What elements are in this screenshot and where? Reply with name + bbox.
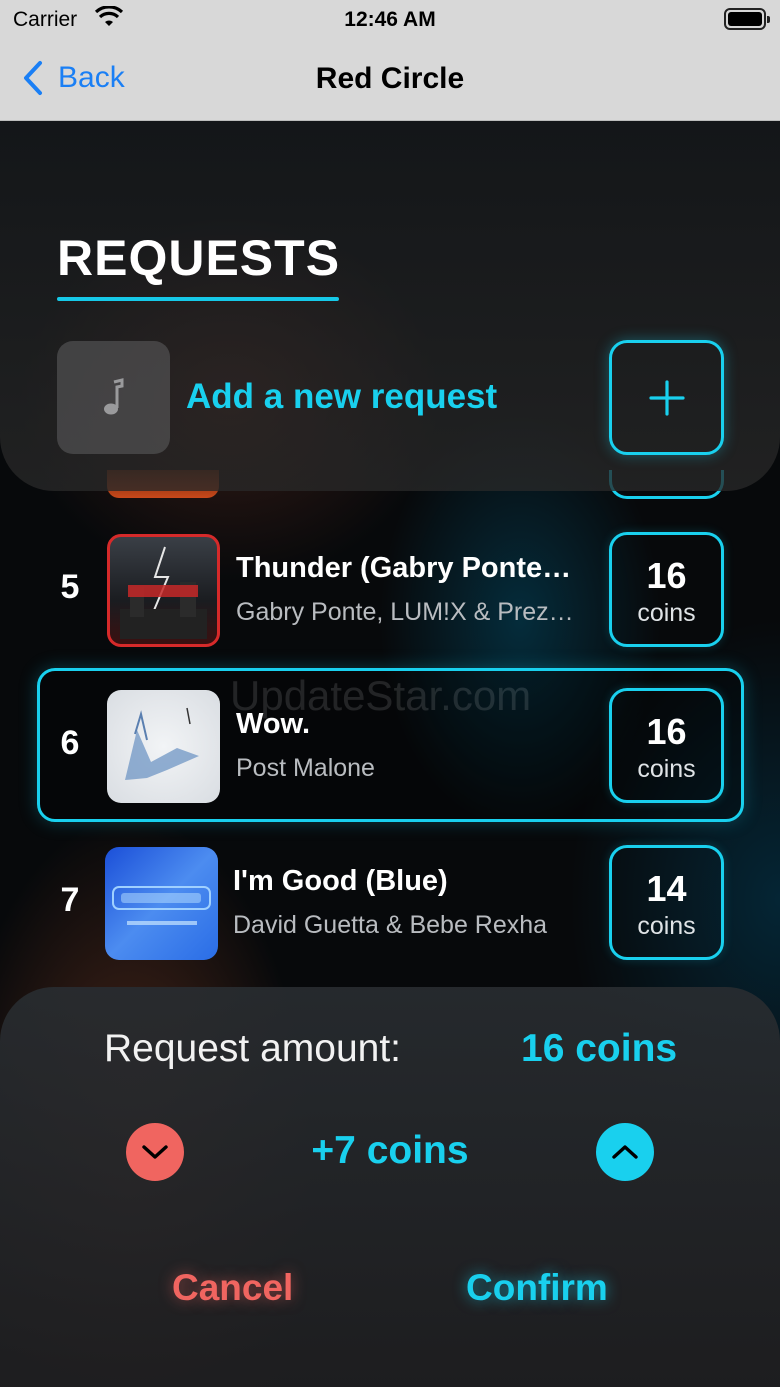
cancel-button[interactable]: Cancel xyxy=(172,1267,293,1309)
song-artist: Gabry Ponte, LUM!X & Prez… xyxy=(236,598,574,626)
coin-button[interactable]: 16 coins xyxy=(609,532,724,647)
plus-icon xyxy=(648,379,685,416)
confirm-button[interactable]: Confirm xyxy=(466,1267,608,1309)
navigation-bar: Back Red Circle xyxy=(0,40,780,121)
coin-button[interactable]: 16 coins xyxy=(609,688,724,803)
requests-header-panel: REQUESTS Add a new request xyxy=(0,121,780,491)
song-title: I'm Good (Blue) xyxy=(233,865,448,897)
status-time: 12:46 AM xyxy=(344,8,436,31)
song-title: Wow. xyxy=(236,708,311,740)
page-title: Red Circle xyxy=(315,62,465,95)
request-amount-sheet: Request amount: 16 coins +7 coins Cancel… xyxy=(0,987,780,1387)
coin-count: 16 xyxy=(646,711,687,752)
album-cover xyxy=(105,847,218,960)
music-note-icon xyxy=(103,377,123,414)
coin-count: 16 xyxy=(646,555,687,596)
song-artist: David Guetta & Bebe Rexha xyxy=(233,911,548,939)
coin-button[interactable]: 14 coins xyxy=(609,845,724,960)
album-art-im-good xyxy=(112,886,211,925)
rank-number: 5 xyxy=(60,568,80,606)
amount-value: 16 coins xyxy=(521,1027,678,1070)
coin-count: 14 xyxy=(646,868,687,909)
album-cover xyxy=(107,534,220,647)
add-request-button[interactable] xyxy=(609,340,724,455)
battery-icon xyxy=(724,8,770,30)
coin-unit: coins xyxy=(637,755,696,783)
list-item[interactable]: 5 Thunder (Gabry Ponte… Gabry Ponte, LUM… xyxy=(0,532,780,648)
status-bar: Carrier 12:46 AM xyxy=(0,0,780,40)
section-underline xyxy=(57,297,339,301)
section-title: REQUESTS xyxy=(57,230,341,286)
add-request-label[interactable]: Add a new request xyxy=(186,377,497,417)
song-title: Thunder (Gabry Ponte… xyxy=(236,552,572,584)
list-item-selected[interactable]: 6 Wow. Post Malone 16 coins xyxy=(0,668,780,822)
album-art-wow xyxy=(125,707,199,780)
rank-number: 6 xyxy=(60,724,80,762)
add-request-thumbnail[interactable] xyxy=(57,341,170,454)
album-cover xyxy=(107,690,220,803)
increase-button[interactable] xyxy=(596,1123,654,1181)
coin-unit: coins xyxy=(637,912,696,940)
coin-unit: coins xyxy=(637,599,696,627)
rank-number: 7 xyxy=(60,881,80,919)
amount-label: Request amount: xyxy=(104,1027,402,1070)
chevron-up-icon xyxy=(612,1145,638,1159)
song-artist: Post Malone xyxy=(236,754,375,782)
list-item[interactable]: 7 I'm Good (Blue) David Guetta & Bebe Re… xyxy=(0,845,780,961)
step-value: +7 coins xyxy=(311,1129,469,1172)
album-art-thunder xyxy=(120,546,207,639)
